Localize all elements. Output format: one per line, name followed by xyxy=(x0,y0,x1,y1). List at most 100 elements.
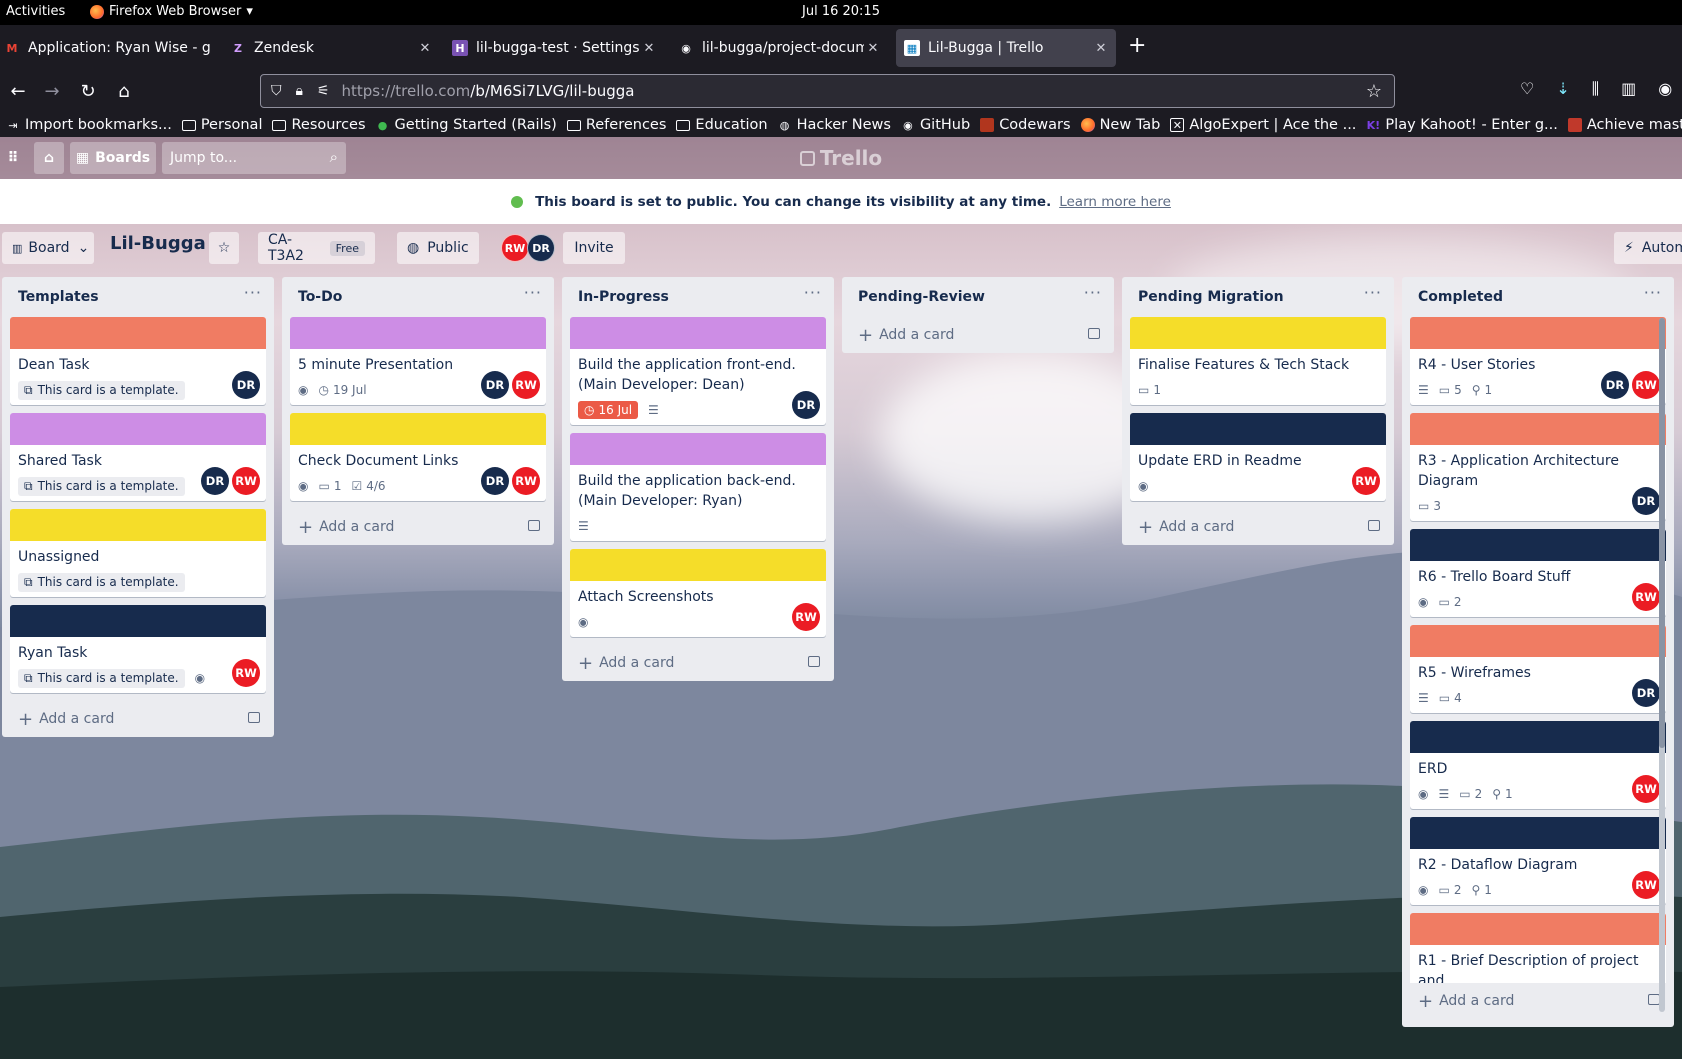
forward-icon[interactable]: → xyxy=(40,79,64,103)
list-menu-icon[interactable]: ··· xyxy=(244,283,262,302)
download-icon[interactable]: ⇣ xyxy=(1556,79,1569,99)
list-menu-icon[interactable]: ··· xyxy=(524,283,542,302)
visibility-button[interactable]: ◍ Public xyxy=(397,232,479,264)
account-icon[interactable]: ◉ xyxy=(1658,79,1672,99)
close-tab-icon[interactable]: ✕ xyxy=(416,41,434,56)
list-header[interactable]: To-Do ··· xyxy=(282,277,554,317)
list-title[interactable]: Pending Migration xyxy=(1138,289,1284,305)
card[interactable]: R6 - Trello Board Stuff ◉ ▭ 2 RW xyxy=(1410,529,1666,617)
card[interactable]: Build the application back-end. (Main De… xyxy=(570,433,826,541)
activities-button[interactable]: Activities xyxy=(6,4,65,19)
star-button[interactable]: ☆ xyxy=(209,232,239,264)
bookmark-hacker-news[interactable]: ◍ Hacker News xyxy=(778,117,891,133)
member-avatar[interactable]: RW xyxy=(1632,583,1660,611)
card[interactable]: ERD ◉ ☰ ▭ 2 ⚲ 1 RW xyxy=(1410,721,1666,809)
card[interactable]: R2 - Dataflow Diagram ◉ ▭ 2 ⚲ 1 RW xyxy=(1410,817,1666,905)
member-avatar[interactable]: RW xyxy=(232,467,260,495)
add-card-button[interactable]: + Add a card xyxy=(2,701,274,737)
member-avatar[interactable]: DR xyxy=(1632,679,1660,707)
card[interactable]: R1 - Brief Description of project and xyxy=(1410,913,1666,983)
add-card-button[interactable]: + Add a card xyxy=(282,509,554,545)
member-avatar[interactable]: RW xyxy=(1352,467,1380,495)
bookmark-github[interactable]: ◉ GitHub xyxy=(901,117,970,133)
member-avatar[interactable]: DR xyxy=(232,371,260,399)
bookmark-import[interactable]: ⇥ Import bookmarks... xyxy=(6,117,171,133)
permissions-icon[interactable]: ⚟ xyxy=(317,83,330,99)
card[interactable]: Ryan Task ⧉ This card is a template. ◉ RW xyxy=(10,605,266,693)
bookmark-kahoot[interactable]: K! Play Kahoot! - Enter g... xyxy=(1366,117,1558,133)
bookmark-codewars[interactable]: Codewars xyxy=(980,117,1071,133)
back-icon[interactable]: ← xyxy=(6,79,30,103)
jump-to-search[interactable]: Jump to... ⌕ xyxy=(162,142,346,174)
home-button[interactable]: ⌂ xyxy=(34,142,64,174)
card[interactable]: 5 minute Presentation ◉ ◷ 19 Jul DR RW xyxy=(290,317,546,405)
list-title[interactable]: To-Do xyxy=(298,289,342,305)
card[interactable]: Shared Task ⧉ This card is a template. DR RW xyxy=(10,413,266,501)
board-title[interactable]: Lil-Bugga xyxy=(110,233,206,254)
member-avatar[interactable]: RW xyxy=(1632,371,1660,399)
bookmark-folder-resources[interactable]: Resources xyxy=(272,117,366,133)
card[interactable]: R3 - Application Architecture Diagram ▭ 3 D… xyxy=(1410,413,1666,521)
new-tab-button[interactable]: + xyxy=(1128,33,1146,58)
list-title[interactable]: Pending-Review xyxy=(858,289,985,305)
close-tab-icon[interactable]: ✕ xyxy=(864,41,882,56)
member-avatar[interactable]: DR xyxy=(792,391,820,419)
card[interactable]: Attach Screenshots ◉ RW xyxy=(570,549,826,637)
close-tab-icon[interactable]: ✕ xyxy=(640,41,658,56)
list-header[interactable]: Templates ··· xyxy=(2,277,274,317)
home-icon[interactable]: ⌂ xyxy=(112,79,136,103)
bookmark-folder-references[interactable]: References xyxy=(566,117,666,133)
tab-heroku[interactable]: H lil-bugga-test · Settings | H ✕ xyxy=(448,29,658,67)
list-title[interactable]: Templates xyxy=(18,289,99,305)
create-from-template-icon[interactable] xyxy=(248,712,260,723)
create-from-template-icon[interactable] xyxy=(528,520,540,531)
list-header[interactable]: In-Progress ··· xyxy=(562,277,834,317)
apps-grid-icon[interactable]: ⠿ xyxy=(0,142,26,174)
bookmark-folder-personal[interactable]: Personal xyxy=(181,117,262,133)
member-avatar[interactable]: RW xyxy=(792,603,820,631)
app-menu[interactable]: Firefox Web Browser ▾ xyxy=(90,4,253,19)
close-tab-icon[interactable]: ✕ xyxy=(1092,41,1110,56)
reload-icon[interactable]: ↻ xyxy=(76,79,100,103)
pocket-icon[interactable]: ♡ xyxy=(1520,79,1534,99)
add-card-button[interactable]: + Add a card xyxy=(562,645,834,681)
card[interactable]: R5 - Wireframes ☰ ▭ 4 DR xyxy=(1410,625,1666,713)
create-from-template-icon[interactable] xyxy=(1088,328,1100,339)
card[interactable]: Check Document Links ◉ ▭ 1 ☑ 4/6 DR RW xyxy=(290,413,546,501)
bookmark-algoexpert[interactable]: ✕ AlgoExpert | Ace the ... xyxy=(1170,117,1356,133)
tab-trello[interactable]: ▦ Lil-Bugga | Trello ✕ xyxy=(896,29,1116,67)
automation-button[interactable]: ⚡︎ Autom xyxy=(1614,232,1682,264)
sidebar-icon[interactable]: ▥ xyxy=(1621,79,1636,99)
card[interactable]: Finalise Features & Tech Stack ▭ 1 xyxy=(1130,317,1386,405)
add-card-button[interactable]: + Add a card xyxy=(1402,983,1674,1019)
card[interactable]: R4 - User Stories ☰ ▭ 5 ⚲ 1 DR RW xyxy=(1410,317,1666,405)
member-avatar[interactable]: DR xyxy=(201,467,229,495)
list-header[interactable]: Pending-Review ··· xyxy=(842,277,1114,317)
bookmark-star-icon[interactable]: ☆ xyxy=(1366,81,1382,102)
url-bar[interactable]: ⛉ 🔒︎ ⚟ https://trello.com/b/M6Si7LVG/lil… xyxy=(260,74,1395,108)
list-menu-icon[interactable]: ··· xyxy=(804,283,822,302)
card[interactable]: Build the application front-end. (Main D… xyxy=(570,317,826,425)
tab-zendesk[interactable]: Z Zendesk ✕ xyxy=(226,29,434,67)
add-card-button[interactable]: + Add a card xyxy=(842,317,1114,353)
learn-more-link[interactable]: Learn more here xyxy=(1059,194,1171,210)
list-menu-icon[interactable]: ··· xyxy=(1644,283,1662,302)
lock-icon[interactable]: 🔒︎ xyxy=(296,83,303,99)
member-avatar[interactable]: DR xyxy=(1632,487,1660,515)
create-from-template-icon[interactable] xyxy=(808,656,820,667)
member-avatar[interactable]: DR xyxy=(481,371,509,399)
list-header[interactable]: Pending Migration ··· xyxy=(1122,277,1394,317)
bookmark-achieve-mastery[interactable]: Achieve mastery thro xyxy=(1567,117,1682,133)
library-icon[interactable]: ⫼ xyxy=(1592,79,1599,99)
bookmark-new-tab[interactable]: New Tab xyxy=(1080,117,1160,133)
member-avatar[interactable]: RW xyxy=(512,467,540,495)
list-menu-icon[interactable]: ··· xyxy=(1084,283,1102,302)
invite-button[interactable]: Invite xyxy=(563,232,625,264)
bookmark-rails[interactable]: ● Getting Started (Rails) xyxy=(376,117,557,133)
create-from-template-icon[interactable] xyxy=(1368,520,1380,531)
member-avatar[interactable]: DR xyxy=(527,234,555,262)
member-avatar[interactable]: RW xyxy=(232,659,260,687)
member-avatar[interactable]: RW xyxy=(501,234,529,262)
card[interactable]: Update ERD in Readme ◉ RW xyxy=(1130,413,1386,501)
member-avatar[interactable]: DR xyxy=(1601,371,1629,399)
